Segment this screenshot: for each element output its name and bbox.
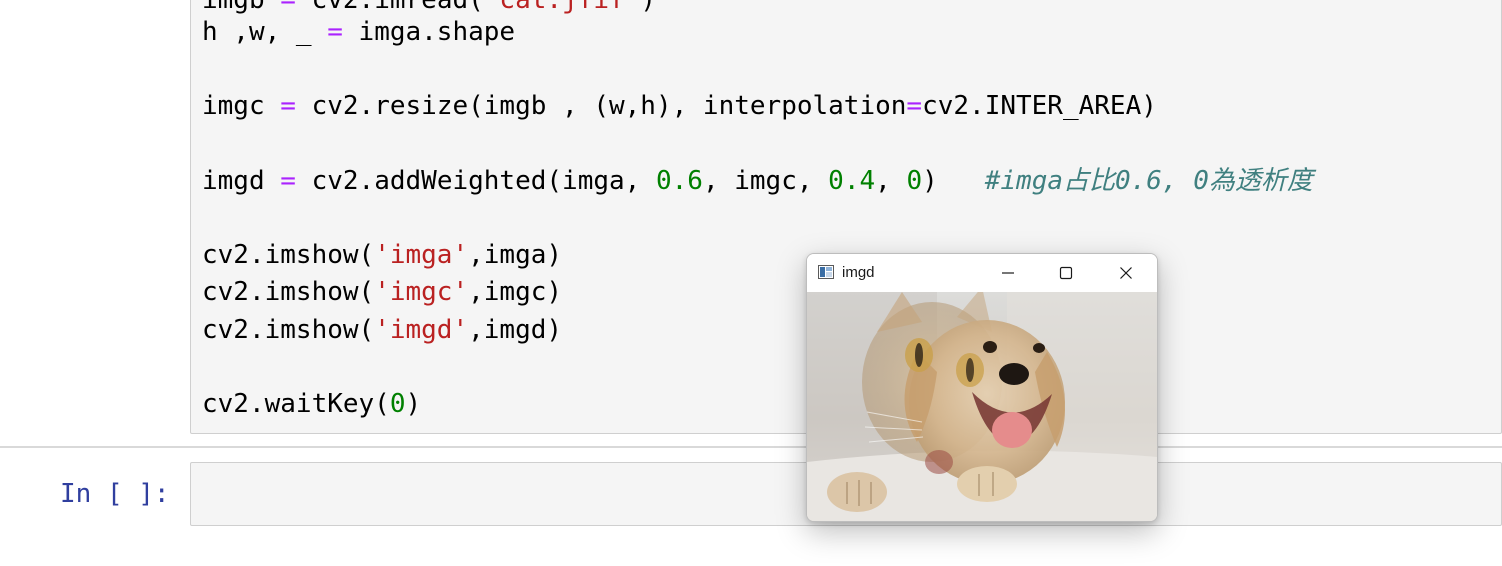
code-token: ,imga) — [468, 240, 563, 270]
minimize-icon — [1002, 272, 1014, 274]
code-token: , imgc, — [702, 166, 829, 196]
code-token: imgb — [202, 0, 281, 15]
cell-separator — [0, 446, 1502, 448]
maximize-icon — [1059, 266, 1073, 280]
code-token: = — [280, 91, 296, 121]
close-button[interactable] — [1097, 254, 1155, 292]
minimize-button[interactable] — [979, 254, 1037, 292]
code-token: 'imgd' — [374, 315, 469, 345]
code-token: 'cat.jfif' — [483, 0, 641, 15]
code-token: cv2.waitKey( — [202, 389, 390, 419]
code-token: cv2.resize(imgb , (w,h), interpolation — [295, 91, 907, 121]
code-line: imgd = cv2.addWeighted(imga, 0.6, imgc, … — [202, 163, 1313, 199]
window-app-icon — [818, 265, 834, 279]
maximize-button[interactable] — [1037, 254, 1095, 292]
code-token: = — [280, 0, 296, 15]
code-token: ) — [640, 0, 656, 15]
window-title: imgd — [842, 264, 875, 281]
input-prompt: In [ ]: — [60, 479, 170, 509]
code-token: ,imgc) — [468, 277, 563, 307]
code-token: cv2.imshow( — [202, 277, 375, 307]
code-token: ) — [922, 166, 985, 196]
image-display[interactable] — [807, 292, 1157, 521]
notebook: imgb = cv2.imread('cat.jfif') h ,w, _ = i… — [0, 0, 1502, 566]
code-token: imgc — [202, 91, 281, 121]
code-token: ,imgd) — [468, 315, 563, 345]
code-line: imgc = cv2.resize(imgb , (w,h), interpol… — [202, 88, 1157, 124]
code-token: h ,w, _ — [202, 17, 328, 47]
code-line: cv2.waitKey(0) — [202, 386, 421, 422]
code-line: cv2.imshow('imgc',imgc) — [202, 274, 562, 310]
blended-cat-dog-image — [807, 292, 1157, 521]
code-token: ) — [405, 389, 422, 419]
code-token: imgd — [202, 166, 281, 196]
code-token: = — [906, 91, 923, 121]
code-token: 0 — [906, 166, 923, 196]
code-token: cv2.imread( — [295, 0, 484, 15]
code-line: cv2.imshow('imga',imga) — [202, 237, 562, 273]
code-token: #imga占比0.6, 0為透析度 — [984, 166, 1313, 196]
code-token: , — [875, 166, 907, 196]
code-token: 'imgc' — [374, 277, 469, 307]
opencv-image-window[interactable]: imgd — [806, 253, 1158, 522]
code-token: 0.4 — [828, 166, 876, 196]
code-token: 'imga' — [374, 240, 469, 270]
code-token: cv2.INTER_AREA) — [922, 91, 1157, 121]
code-token: = — [327, 17, 343, 47]
code-token: cv2.imshow( — [202, 240, 375, 270]
code-line: h ,w, _ = imga.shape — [202, 14, 515, 50]
code-token: cv2.addWeighted(imga, — [295, 166, 656, 196]
close-icon — [1120, 267, 1132, 279]
code-token: 0.6 — [655, 166, 703, 196]
code-token: imga.shape — [342, 17, 516, 47]
window-titlebar[interactable]: imgd — [807, 254, 1157, 292]
code-token: = — [280, 166, 296, 196]
code-line: cv2.imshow('imgd',imgd) — [202, 312, 562, 348]
code-token: cv2.imshow( — [202, 315, 375, 345]
code-token: 0 — [389, 389, 406, 419]
